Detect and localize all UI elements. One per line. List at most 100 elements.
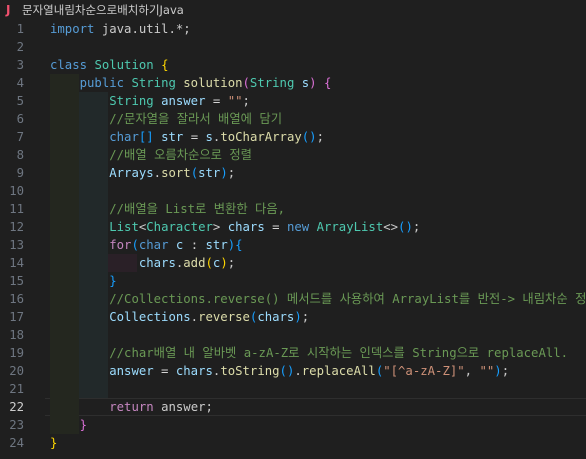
code-token: {: [235, 238, 243, 252]
code-token: ): [309, 76, 317, 90]
code-line[interactable]: 6 //문자열을 잘라서 배열에 담기: [0, 110, 586, 128]
code-line[interactable]: 11 //배열을 List로 변환한 다음,: [0, 200, 586, 218]
code-line[interactable]: 18: [0, 326, 586, 344]
tab-title: 문자열내림차순으로배치하기Java: [22, 2, 184, 17]
code-line[interactable]: 19 //char배열 내 알바벳 a-zA-Z로 시작하는 인덱스를 Stri…: [0, 344, 586, 362]
code-line[interactable]: 12 List<Character> chars = new ArrayList…: [0, 218, 586, 236]
code-token: class: [50, 58, 88, 72]
code-line[interactable]: 23 }: [0, 416, 586, 434]
code-token: return: [109, 400, 154, 414]
indent-guide: [79, 326, 108, 344]
code-text: return answer;: [50, 398, 213, 416]
line-number: 12: [9, 220, 24, 234]
line-number: 11: [9, 202, 24, 216]
code-text: for(char c : str){: [50, 236, 243, 254]
code-token: ;: [227, 166, 236, 180]
code-token: Solution: [94, 58, 154, 72]
line-number: 22: [9, 400, 24, 414]
code-line[interactable]: 1 import java.util.*;: [0, 20, 586, 38]
code-token: <>: [383, 220, 399, 234]
code-token: //char배열 내 알바벳 a-zA-Z로 시작하는 인덱스를 String으…: [109, 346, 569, 360]
indent-guide: [50, 182, 79, 200]
code-token: "": [227, 94, 243, 108]
code-line[interactable]: 5 String answer = "";: [0, 92, 586, 110]
code-line[interactable]: 7 char[] str = s.toCharArray();: [0, 128, 586, 146]
code-line[interactable]: 24}: [0, 434, 586, 452]
code-token: solution: [183, 76, 243, 90]
code-token: ;: [301, 310, 310, 324]
code-token: ;: [412, 220, 421, 234]
code-token: chars: [175, 364, 213, 378]
code-text: }: [50, 272, 116, 290]
code-token: :: [183, 238, 206, 252]
code-text: //배열을 List로 변환한 다음,: [50, 200, 285, 218]
code-line[interactable]: 10: [0, 182, 586, 200]
code-line[interactable]: 3 class Solution {: [0, 56, 586, 74]
code-line[interactable]: 22 return answer;: [0, 398, 586, 416]
code-line[interactable]: 16 //Collections.reverse() 메서드를 사용하여 Arr…: [0, 290, 586, 308]
code-token: import: [50, 22, 95, 36]
code-text: answer = chars.toString().replaceAll("[^…: [50, 362, 509, 380]
code-token: ArrayList: [316, 220, 384, 234]
code-token: }: [50, 436, 58, 450]
code-token: answer: [161, 94, 206, 108]
code-token: add: [183, 256, 206, 270]
code-token: s: [205, 130, 213, 144]
code-token: answer;: [153, 400, 213, 414]
code-line[interactable]: 15 }: [0, 272, 586, 290]
code-line[interactable]: 17 Collections.reverse(chars);: [0, 308, 586, 326]
code-token: //배열 오름차순으로 정렬: [109, 148, 252, 162]
code-token: =: [264, 220, 287, 234]
indent-guide: [50, 380, 79, 398]
code-token: String: [131, 76, 176, 90]
code-token: chars: [227, 220, 265, 234]
code-line[interactable]: 9 Arrays.sort(str);: [0, 164, 586, 182]
code-line[interactable]: 8 //배열 오름차순으로 정렬: [0, 146, 586, 164]
code-token: //Collections.reverse() 메서드를 사용하여 ArrayL…: [109, 292, 586, 306]
code-token: =: [153, 364, 176, 378]
line-number: 17: [9, 310, 24, 324]
code-line[interactable]: 2: [0, 38, 586, 56]
code-text: chars.add(c);: [50, 254, 235, 272]
code-line[interactable]: 13 for(char c : str){: [0, 236, 586, 254]
code-line[interactable]: 21: [0, 380, 586, 398]
editor-tab[interactable]: J 문자열내림차순으로배치하기Java: [0, 0, 586, 19]
code-line[interactable]: 14 chars.add(c);: [0, 254, 586, 272]
line-number: 8: [16, 148, 24, 162]
code-text: List<Character> chars = new ArrayList<>(…: [50, 218, 420, 236]
code-token: ): [494, 364, 502, 378]
line-number: 14: [9, 256, 24, 270]
code-token: toCharArray: [220, 130, 302, 144]
line-number: 9: [16, 166, 24, 180]
code-token: ;: [316, 130, 324, 144]
line-number: 23: [9, 418, 24, 432]
code-token: chars: [257, 310, 295, 324]
line-number: 19: [9, 346, 24, 360]
code-token: sort: [161, 166, 191, 180]
code-token: "[^a-zA-Z]": [383, 364, 465, 378]
code-editor[interactable]: 1 import java.util.*; 2 3 class Solution {4 …: [0, 19, 586, 459]
code-token: ): [220, 256, 228, 270]
line-number: 21: [9, 382, 24, 396]
code-text: }: [50, 434, 57, 452]
code-token: String: [249, 76, 295, 90]
code-token: (: [131, 238, 139, 252]
code-token: ): [220, 166, 228, 180]
line-number: 13: [9, 238, 24, 252]
code-token: public: [79, 76, 125, 90]
code-token: .: [190, 310, 199, 324]
code-text: import java.util.*;: [50, 20, 191, 38]
code-token: List: [109, 220, 139, 234]
indent-guide: [79, 380, 108, 398]
code-line[interactable]: 4 public String solution(String s) {: [0, 74, 586, 92]
code-token: Character: [146, 220, 213, 234]
code-token: ): [294, 310, 302, 324]
code-line[interactable]: 20 answer = chars.toString().replaceAll(…: [0, 362, 586, 380]
